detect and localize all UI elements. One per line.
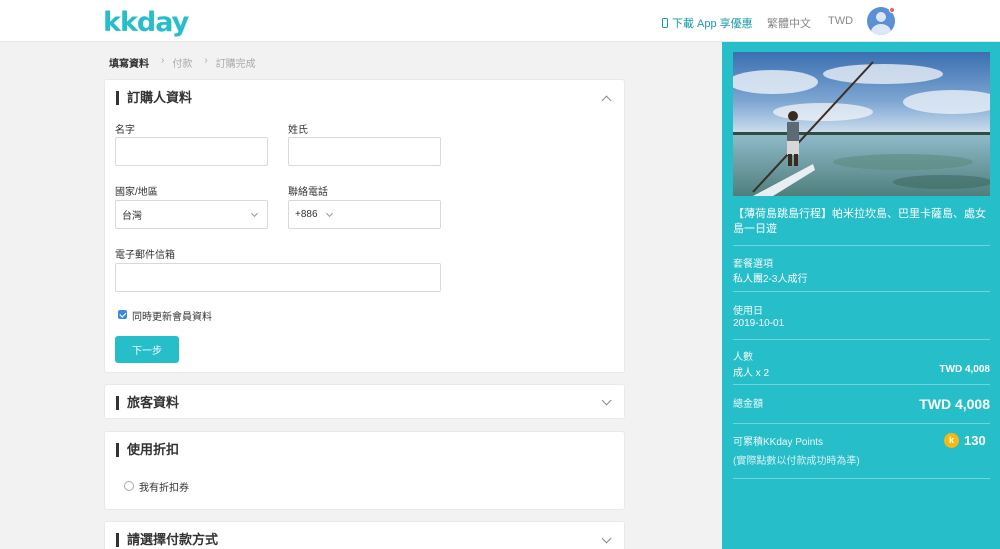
points-note: (實際點數以付款成功時為準) [733, 456, 860, 467]
update-member-label: 同時更新會員資料 [132, 312, 212, 323]
breadcrumb-step-fill: 填寫資料 [109, 59, 149, 70]
language-selector[interactable]: 繁體中文 [767, 15, 811, 31]
chevron-up-icon[interactable] [601, 95, 612, 106]
package-label: 套餐選項 [733, 259, 773, 270]
avatar-body [871, 24, 891, 35]
last-name-label: 姓氏 [288, 125, 308, 136]
order-summary-sidebar: 【薄荷島跳島行程】帕米拉坎島、巴里卡薩島、處女島一日遊 套餐選項 私人團2-3人… [722, 42, 1000, 549]
points-value: 130 [964, 433, 986, 448]
points-label: 可累積KKday Points [733, 437, 824, 448]
phone-icon [662, 18, 668, 28]
download-app-label: 下載 App 享優惠 [672, 18, 753, 30]
chevron-down-icon[interactable] [601, 395, 612, 406]
total-label: 總金額 [733, 399, 763, 410]
email-label: 電子郵件信箱 [115, 250, 175, 261]
download-app-link[interactable]: 下載 App 享優惠 [662, 15, 753, 31]
currency-selector[interactable]: TWD [828, 15, 853, 27]
people-price: TWD 4,008 [939, 364, 990, 375]
breadcrumb-step-complete: 訂購完成 [215, 59, 256, 70]
divider [733, 245, 990, 246]
traveler-info-title: 旅客資料 [116, 396, 179, 410]
divider [733, 384, 990, 385]
divider [733, 339, 990, 340]
total-value: TWD 4,008 [919, 396, 990, 412]
chevron-down-icon [325, 209, 334, 218]
island-boat-photo [733, 52, 990, 196]
divider [733, 291, 990, 292]
last-name-input[interactable] [288, 137, 441, 166]
first-name-label: 名字 [115, 125, 135, 136]
next-step-button[interactable]: 下一步 [115, 336, 179, 363]
discount-title: 使用折扣 [116, 443, 179, 457]
chevron-down-icon[interactable] [601, 533, 612, 544]
kkday-coin-icon: k [944, 433, 959, 448]
email-input[interactable] [115, 263, 441, 292]
update-member-checkbox[interactable] [118, 310, 127, 319]
people-label: 人數 [733, 352, 753, 363]
chevron-down-icon [250, 209, 259, 218]
country-value: 台灣 [122, 211, 142, 222]
kkday-logo[interactable]: kkday [103, 7, 189, 38]
coupon-radio[interactable] [124, 481, 134, 491]
payment-method-card[interactable]: 請選擇付款方式 [104, 521, 625, 549]
phone-input[interactable]: +886 [288, 200, 441, 229]
coupon-label: 我有折扣券 [139, 483, 189, 494]
package-value: 私人團2-3人成行 [733, 274, 808, 285]
orderer-info-title: 訂購人資料 [116, 91, 192, 105]
first-name-input[interactable] [115, 137, 268, 166]
divider [733, 478, 990, 479]
discount-card: 使用折扣 [104, 431, 625, 510]
country-select[interactable]: 台灣 [115, 200, 268, 229]
payment-method-title: 請選擇付款方式 [116, 533, 218, 547]
chevron-right-icon: › [161, 55, 165, 66]
product-title[interactable]: 【薄荷島跳島行程】帕米拉坎島、巴里卡薩島、處女島一日遊 [733, 207, 990, 237]
phone-label: 聯絡電話 [288, 187, 328, 198]
product-photo [733, 52, 990, 196]
people-value: 成人 x 2 [733, 368, 770, 379]
chevron-right-icon: › [204, 55, 208, 66]
divider [733, 423, 990, 424]
traveler-info-card[interactable]: 旅客資料 [104, 384, 625, 419]
breadcrumb-step-payment: 付款 [172, 59, 193, 70]
phone-country-code[interactable]: +886 [295, 209, 318, 220]
breadcrumb: 填寫資料 › 付款 › 訂購完成 [109, 55, 256, 70]
date-value: 2019-10-01 [733, 318, 785, 329]
notification-dot-icon [889, 7, 895, 13]
top-header: kkday 下載 App 享優惠 繁體中文 TWD [0, 0, 1000, 42]
date-label: 使用日 [733, 306, 763, 317]
avatar-head [876, 12, 886, 22]
country-label: 國家/地區 [115, 187, 158, 198]
